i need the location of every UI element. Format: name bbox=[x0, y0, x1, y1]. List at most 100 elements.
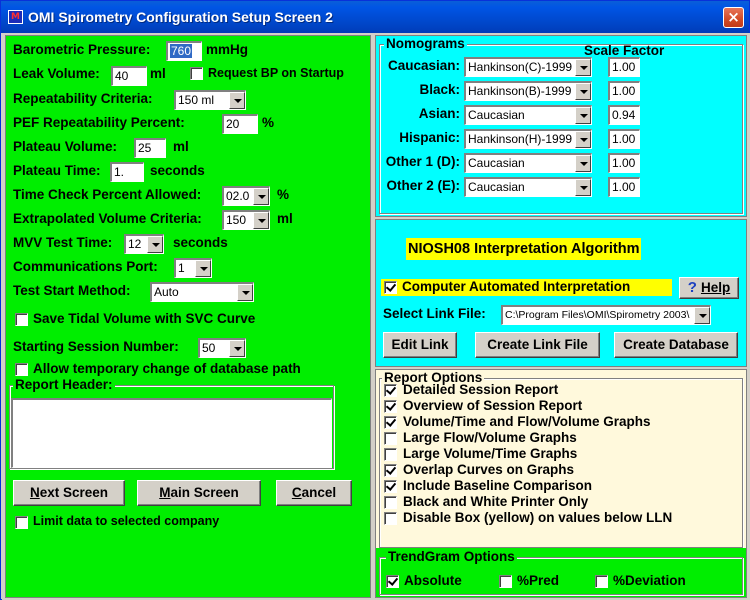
main-screen-button[interactable]: Main Screen bbox=[137, 480, 261, 506]
nomogram-select[interactable]: Hankinson(C)-1999 bbox=[464, 57, 592, 77]
create-database-button[interactable]: Create Database bbox=[614, 332, 738, 358]
interpretation-panel: NIOSH08 Interpretation Algorithm Compute… bbox=[375, 219, 747, 367]
chevron-down-icon[interactable] bbox=[147, 236, 163, 253]
chevron-down-icon[interactable] bbox=[237, 284, 253, 301]
trendgram-panel: TrendGram Options Absolute %Pred %Deviat… bbox=[376, 548, 746, 597]
plateau-volume-label: Plateau Volume: bbox=[13, 139, 118, 154]
trendgram-title: TrendGram Options bbox=[386, 549, 517, 564]
chevron-down-icon[interactable] bbox=[575, 59, 591, 76]
link-file-select[interactable]: C:\Program Files\OMI\Spirometry 2003\ bbox=[501, 305, 711, 325]
chevron-down-icon[interactable] bbox=[253, 212, 269, 229]
scale-factor-input[interactable]: 1.00 bbox=[608, 57, 640, 77]
algorithm-banner: NIOSH08 Interpretation Algorithm bbox=[406, 238, 642, 260]
scale-factor-input[interactable]: 1.00 bbox=[608, 153, 640, 173]
extrapolated-volume-label: Extrapolated Volume Criteria: bbox=[13, 211, 202, 226]
nomogram-label: Black: bbox=[419, 82, 460, 97]
help-button[interactable]: ? Help bbox=[679, 277, 739, 299]
barometric-unit: mmHg bbox=[206, 42, 249, 57]
save-tidal-checkbox[interactable] bbox=[15, 313, 28, 326]
report-option-checkbox[interactable] bbox=[384, 432, 397, 445]
window-title: OMI Spirometry Configuration Setup Scree… bbox=[28, 9, 333, 25]
chevron-down-icon[interactable] bbox=[253, 188, 269, 205]
scale-factor-input[interactable]: 1.00 bbox=[608, 129, 640, 149]
scale-factor-input[interactable]: 0.94 bbox=[608, 105, 640, 125]
chevron-down-icon[interactable] bbox=[229, 92, 245, 109]
scale-factor-input[interactable]: 1.00 bbox=[608, 81, 640, 101]
report-option-checkbox[interactable] bbox=[384, 496, 397, 509]
chevron-down-icon[interactable] bbox=[575, 155, 591, 172]
pred-checkbox[interactable] bbox=[499, 575, 512, 588]
chevron-down-icon[interactable] bbox=[229, 340, 245, 357]
nomograms-title: Nomograms bbox=[384, 36, 467, 51]
chevron-down-icon[interactable] bbox=[575, 131, 591, 148]
nomogram-label: Other 1 (D): bbox=[385, 154, 460, 169]
repeatability-label: Repeatability Criteria: bbox=[13, 91, 153, 106]
barometric-pressure-input[interactable]: 760 bbox=[166, 41, 202, 61]
plateau-time-label: Plateau Time: bbox=[13, 163, 101, 178]
report-option-label: Disable Box (yellow) on values below LLN bbox=[403, 510, 673, 525]
leak-volume-input[interactable]: 40 bbox=[111, 66, 147, 86]
time-check-unit: % bbox=[277, 187, 290, 202]
deviation-checkbox[interactable] bbox=[595, 575, 608, 588]
nomogram-label: Asian: bbox=[418, 106, 460, 121]
test-start-select[interactable]: Auto bbox=[150, 282, 254, 302]
session-number-select[interactable]: 50 bbox=[198, 338, 246, 358]
chevron-down-icon[interactable] bbox=[694, 307, 710, 324]
nomogram-select[interactable]: Hankinson(H)-1999 bbox=[464, 129, 592, 149]
absolute-checkbox[interactable] bbox=[386, 575, 399, 588]
title-bar[interactable]: M OMI Spirometry Configuration Setup Scr… bbox=[1, 1, 749, 33]
nomogram-select[interactable]: Caucasian bbox=[464, 153, 592, 173]
allow-temp-path-label: Allow temporary change of database path bbox=[33, 361, 301, 376]
report-option-checkbox[interactable] bbox=[384, 512, 397, 525]
report-option-label: Large Flow/Volume Graphs bbox=[403, 430, 577, 445]
plateau-volume-input[interactable]: 25 bbox=[134, 138, 166, 158]
general-settings-panel: Barometric Pressure: 760 mmHg Leak Volum… bbox=[5, 35, 371, 598]
report-option-checkbox[interactable] bbox=[384, 400, 397, 413]
report-option-checkbox[interactable] bbox=[384, 480, 397, 493]
nomogram-select[interactable]: Caucasian bbox=[464, 177, 592, 197]
comm-port-select[interactable]: 1 bbox=[174, 258, 212, 278]
scale-factor-input[interactable]: 1.00 bbox=[608, 177, 640, 197]
comm-port-label: Communications Port: bbox=[13, 259, 158, 274]
report-option-label: Volume/Time and Flow/Volume Graphs bbox=[403, 414, 651, 429]
allow-temp-path-checkbox[interactable] bbox=[15, 363, 28, 376]
report-option-checkbox[interactable] bbox=[384, 384, 397, 397]
report-option-checkbox[interactable] bbox=[384, 448, 397, 461]
close-icon[interactable]: × bbox=[723, 7, 744, 28]
nomogram-select[interactable]: Caucasian bbox=[464, 105, 592, 125]
nomogram-label: Caucasian: bbox=[387, 58, 460, 73]
limit-company-checkbox[interactable] bbox=[15, 516, 28, 529]
time-check-label: Time Check Percent Allowed: bbox=[13, 187, 202, 202]
request-bp-checkbox[interactable] bbox=[190, 67, 203, 80]
pef-unit: % bbox=[262, 115, 275, 130]
computer-auto-checkbox[interactable] bbox=[384, 281, 397, 294]
config-window: M OMI Spirometry Configuration Setup Scr… bbox=[0, 0, 750, 600]
plateau-time-unit: seconds bbox=[150, 163, 205, 178]
repeatability-select[interactable]: 150 ml bbox=[174, 90, 246, 110]
cancel-button[interactable]: Cancel bbox=[276, 480, 352, 506]
chevron-down-icon[interactable] bbox=[575, 83, 591, 100]
limit-company-label: Limit data to selected company bbox=[33, 514, 220, 528]
chevron-down-icon[interactable] bbox=[195, 260, 211, 277]
computer-auto-label: Computer Automated Interpretation bbox=[402, 279, 631, 294]
report-header-textarea[interactable] bbox=[11, 398, 332, 468]
next-screen-button[interactable]: Next Screen bbox=[13, 480, 125, 506]
chevron-down-icon[interactable] bbox=[575, 107, 591, 124]
extrapolated-volume-select[interactable]: 150 bbox=[222, 210, 270, 230]
pef-repeatability-input[interactable]: 20 bbox=[222, 114, 258, 134]
report-option-checkbox[interactable] bbox=[384, 416, 397, 429]
request-bp-label: Request BP on Startup bbox=[208, 66, 344, 80]
link-file-label: Select Link File: bbox=[383, 306, 486, 321]
create-link-file-button[interactable]: Create Link File bbox=[475, 332, 600, 358]
test-start-label: Test Start Method: bbox=[13, 283, 131, 298]
plateau-time-input[interactable]: 1. bbox=[110, 162, 144, 182]
edit-link-button[interactable]: Edit Link bbox=[383, 332, 457, 358]
time-check-select[interactable]: 02.0 bbox=[222, 186, 270, 206]
chevron-down-icon[interactable] bbox=[575, 179, 591, 196]
deviation-label: %Deviation bbox=[613, 573, 686, 588]
absolute-label: Absolute bbox=[404, 573, 462, 588]
mvv-time-select[interactable]: 12 bbox=[124, 234, 164, 254]
report-option-checkbox[interactable] bbox=[384, 464, 397, 477]
leak-volume-unit: ml bbox=[150, 66, 166, 81]
nomogram-select[interactable]: Hankinson(B)-1999 bbox=[464, 81, 592, 101]
